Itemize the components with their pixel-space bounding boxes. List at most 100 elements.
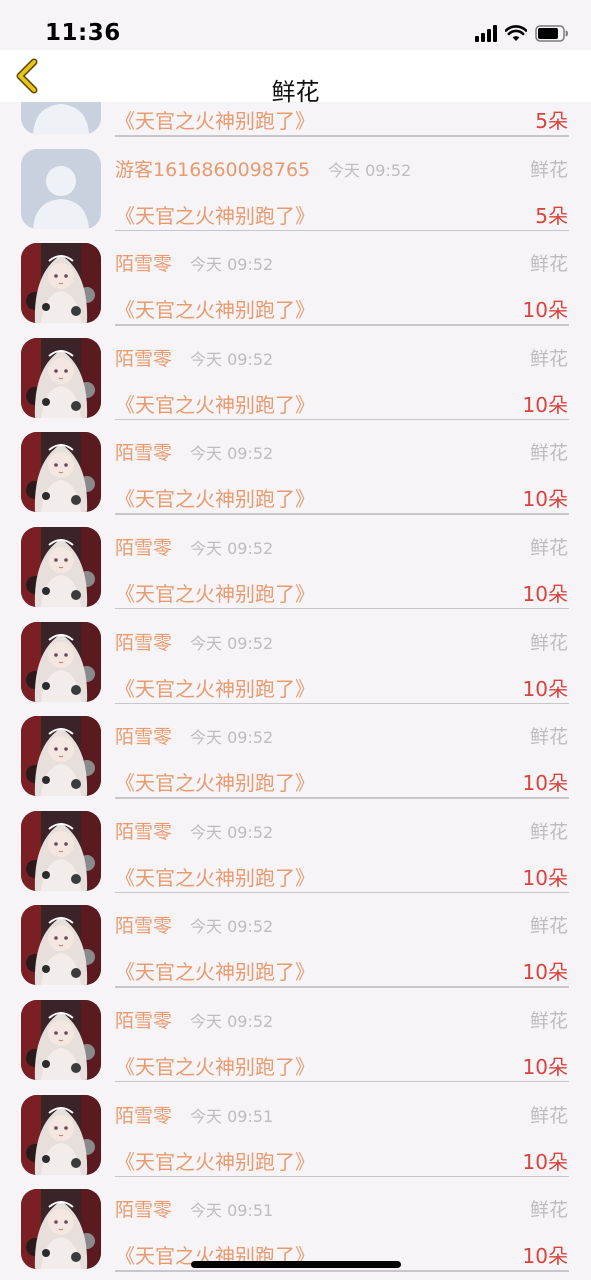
flower-count: 10朵 bbox=[522, 960, 568, 985]
book-title-link[interactable]: 《天官之火神别跑了》 bbox=[115, 483, 315, 512]
avatar[interactable] bbox=[21, 621, 101, 702]
flower-count: 10朵 bbox=[522, 487, 568, 512]
flower-record-list[interactable]: 《天官之火神别跑了》 5朵 游客1616860098765 今天 09:52 鲜花 《天… bbox=[0, 102, 591, 1280]
avatar[interactable] bbox=[21, 337, 101, 418]
user-name[interactable]: 陌雪零 bbox=[115, 249, 172, 276]
timestamp: 今天 09:52 bbox=[190, 1011, 274, 1031]
list-item[interactable]: 陌雪零 今天 09:52 鲜花 《天官之火神别跑了》 10朵 bbox=[0, 994, 591, 1089]
avatar[interactable] bbox=[21, 999, 101, 1080]
avatar[interactable] bbox=[21, 1189, 101, 1270]
avatar[interactable] bbox=[21, 148, 101, 229]
user-name[interactable]: 陌雪零 bbox=[115, 1101, 172, 1128]
list-item[interactable]: 陌雪零 今天 09:52 鲜花 《天官之火神别跑了》 10朵 bbox=[0, 710, 591, 805]
user-name[interactable]: 陌雪零 bbox=[115, 628, 172, 655]
flower-count: 10朵 bbox=[522, 865, 568, 890]
book-title-link[interactable]: 《天官之火神别跑了》 bbox=[115, 389, 315, 418]
user-name[interactable]: 陌雪零 bbox=[115, 1195, 172, 1222]
gift-type-label: 鲜花 bbox=[529, 442, 568, 465]
home-indicator bbox=[191, 1261, 401, 1268]
user-name[interactable]: 陌雪零 bbox=[115, 911, 172, 938]
timestamp: 今天 09:52 bbox=[328, 160, 412, 180]
timestamp: 今天 09:52 bbox=[190, 538, 274, 558]
flower-record-list-content: 《天官之火神别跑了》 5朵 游客1616860098765 今天 09:52 鲜花 《天… bbox=[0, 102, 591, 1278]
book-title-link[interactable]: 《天官之火神别跑了》 bbox=[115, 105, 315, 134]
avatar[interactable] bbox=[21, 432, 101, 513]
wifi-icon bbox=[505, 24, 527, 41]
timestamp: 今天 09:52 bbox=[190, 728, 274, 748]
timestamp: 今天 09:52 bbox=[190, 822, 274, 842]
gift-type-label: 鲜花 bbox=[529, 536, 568, 559]
user-name[interactable]: 陌雪零 bbox=[115, 817, 172, 844]
navigation-bar: 鲜花 bbox=[0, 50, 591, 106]
status-time: 11:36 bbox=[45, 20, 121, 46]
avatar[interactable] bbox=[21, 243, 101, 324]
list-item[interactable]: 陌雪零 今天 09:52 鲜花《天官之火神别跑了》 10朵 bbox=[0, 899, 591, 994]
cellular-signal-icon bbox=[475, 24, 497, 42]
row-divider bbox=[115, 418, 569, 421]
flower-count: 10朵 bbox=[522, 771, 568, 796]
gift-type-label: 鲜花 bbox=[529, 820, 568, 843]
book-title-link[interactable]: 《天官之火神别跑了》 bbox=[115, 673, 315, 702]
row-divider bbox=[115, 324, 569, 326]
user-name[interactable]: 陌雪零 bbox=[115, 438, 172, 465]
book-title-link[interactable]: 《天官之火神别跑了》 bbox=[115, 1146, 315, 1175]
list-item[interactable]: 陌雪零 今天 09:51 鲜花 《天官之火神别跑了》 10朵 bbox=[0, 1089, 591, 1184]
list-item[interactable]: 陌雪零 今天 09:52 鲜花《天官之火神别跑了》 10朵 bbox=[0, 521, 591, 616]
timestamp: 今天 09:51 bbox=[190, 1201, 274, 1221]
gift-type-label: 鲜花 bbox=[529, 1104, 568, 1127]
avatar[interactable] bbox=[21, 716, 101, 797]
timestamp: 今天 09:51 bbox=[190, 1106, 274, 1126]
user-name[interactable]: 陌雪零 bbox=[115, 722, 172, 749]
book-title-link[interactable]: 《天官之火神别跑了》 bbox=[115, 294, 315, 323]
avatar[interactable] bbox=[21, 810, 101, 891]
flower-count: 5朵 bbox=[535, 203, 568, 228]
list-item[interactable]: 《天官之火神别跑了》 5朵 bbox=[0, 102, 591, 143]
status-bar: 11:36 bbox=[0, 0, 591, 50]
book-title-link[interactable]: 《天官之火神别跑了》 bbox=[115, 956, 315, 985]
gift-type-label: 鲜花 bbox=[529, 347, 568, 370]
list-item[interactable]: 陌雪零 今天 09:52 鲜花《天官之火神别跑了》 10朵 bbox=[0, 426, 591, 521]
gift-type-label: 鲜花 bbox=[529, 631, 568, 654]
flower-count: 10朵 bbox=[522, 392, 568, 417]
timestamp: 今天 09:52 bbox=[190, 917, 274, 937]
user-name[interactable]: 陌雪零 bbox=[115, 533, 172, 560]
row-divider bbox=[115, 702, 569, 705]
book-title-link[interactable]: 《天官之火神别跑了》 bbox=[115, 578, 315, 607]
user-name[interactable]: 陌雪零 bbox=[115, 344, 172, 371]
gift-type-label: 鲜花 bbox=[529, 253, 568, 276]
row-divider bbox=[115, 986, 569, 988]
gift-type-label: 鲜花 bbox=[529, 915, 568, 938]
row-divider bbox=[115, 1175, 569, 1178]
battery-icon bbox=[535, 24, 568, 42]
list-item[interactable]: 陌雪零 今天 09:52 鲜花 《天官之火神别跑了》 10朵 bbox=[0, 237, 591, 332]
avatar[interactable] bbox=[21, 526, 101, 607]
book-title-link[interactable]: 《天官之火神别跑了》 bbox=[115, 862, 315, 891]
flower-count: 10朵 bbox=[522, 298, 568, 323]
user-name[interactable]: 游客1616860098765 bbox=[115, 155, 310, 182]
user-name[interactable]: 陌雪零 bbox=[115, 1006, 172, 1033]
gift-type-label: 鲜花 bbox=[529, 1199, 568, 1222]
status-icons bbox=[475, 24, 569, 42]
book-title-link[interactable]: 《天官之火神别跑了》 bbox=[115, 200, 315, 229]
row-divider bbox=[115, 891, 569, 894]
timestamp: 今天 09:52 bbox=[190, 349, 274, 369]
list-item[interactable]: 陌雪零 今天 09:52 鲜花 《天官之火神别跑了》 10朵 bbox=[0, 616, 591, 711]
flower-count: 5朵 bbox=[535, 109, 568, 133]
row-divider bbox=[115, 1080, 569, 1083]
avatar[interactable] bbox=[21, 1094, 101, 1175]
avatar[interactable] bbox=[21, 905, 101, 986]
row-divider bbox=[115, 229, 569, 232]
page-title: 鲜花 bbox=[271, 78, 320, 106]
flower-count: 10朵 bbox=[522, 1054, 568, 1079]
flower-count: 10朵 bbox=[522, 581, 568, 606]
list-item[interactable]: 陌雪零 今天 09:52 鲜花《天官之火神别跑了》 10朵 bbox=[0, 332, 591, 427]
row-divider bbox=[115, 797, 569, 799]
row-divider bbox=[115, 607, 569, 610]
flower-count: 10朵 bbox=[522, 676, 568, 701]
timestamp: 今天 09:52 bbox=[190, 444, 274, 464]
book-title-link[interactable]: 《天官之火神别跑了》 bbox=[115, 767, 315, 796]
list-item[interactable]: 陌雪零 今天 09:52 鲜花《天官之火神别跑了》 10朵 bbox=[0, 805, 591, 900]
gift-type-label: 鲜花 bbox=[529, 158, 568, 181]
book-title-link[interactable]: 《天官之火神别跑了》 bbox=[115, 1051, 315, 1080]
list-item[interactable]: 游客1616860098765 今天 09:52 鲜花《天官之火神别跑了》 5朵 bbox=[0, 143, 591, 238]
